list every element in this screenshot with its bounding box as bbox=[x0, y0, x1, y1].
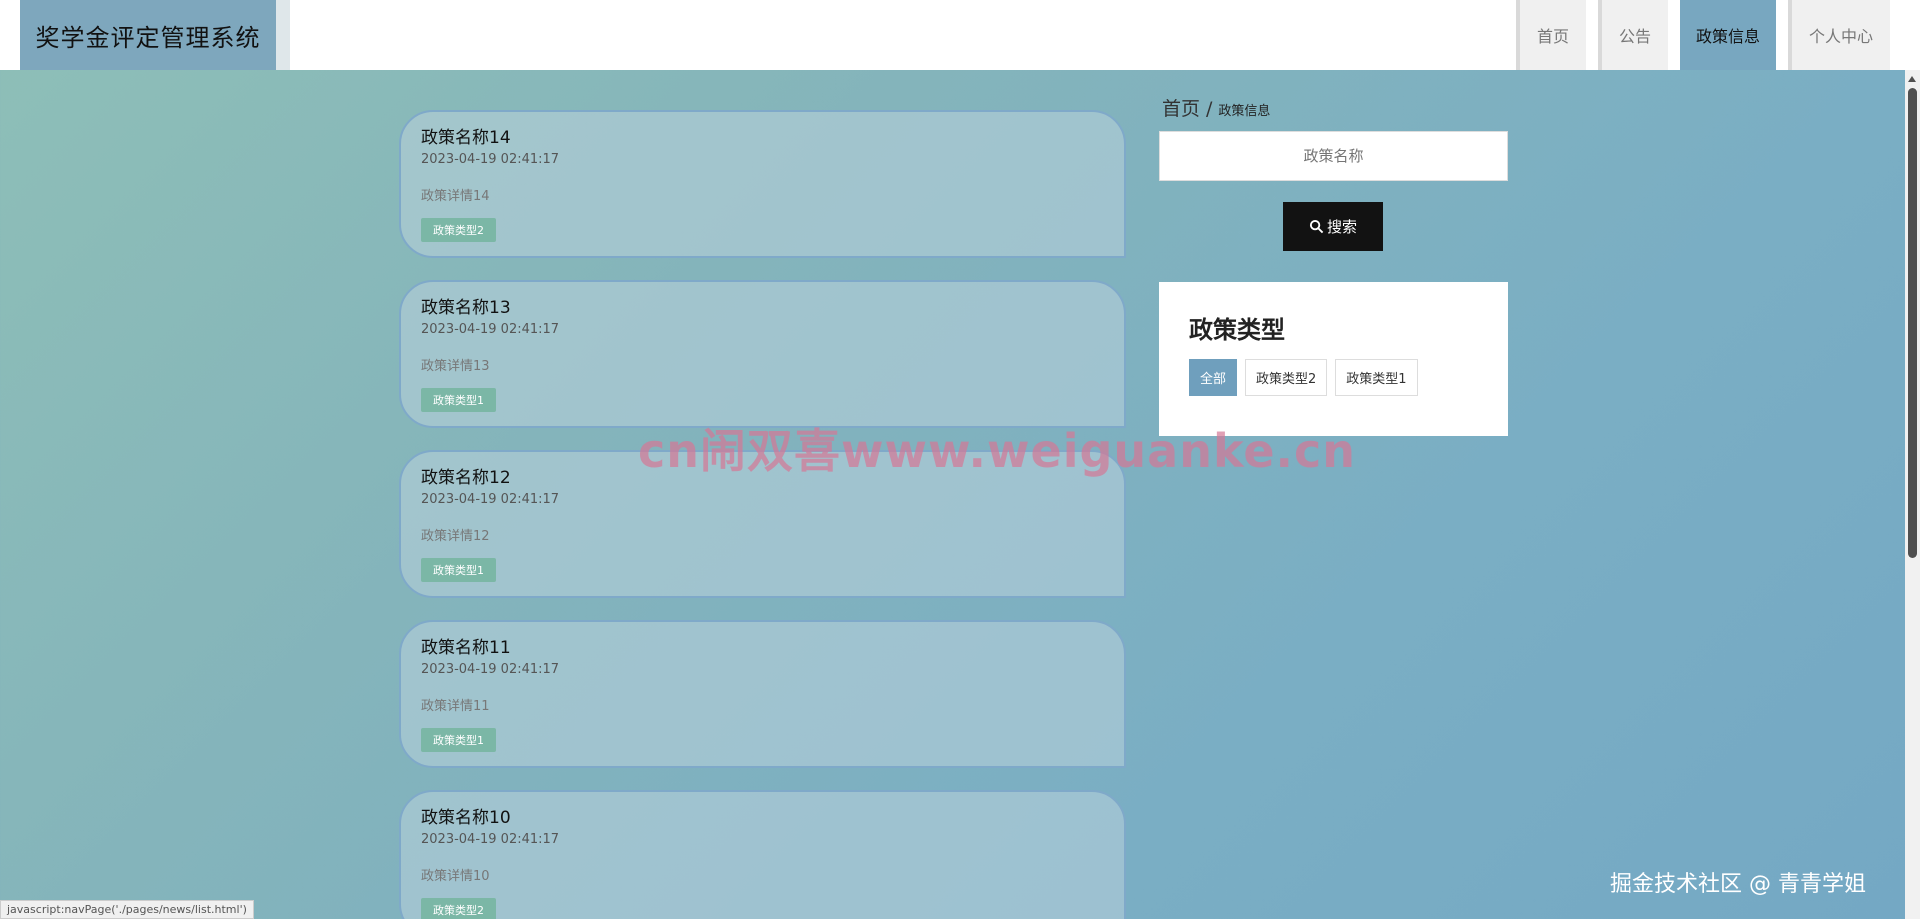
item-time: 2023-04-19 02:41:17 bbox=[421, 662, 560, 677]
item-title: 政策名称11 bbox=[421, 638, 511, 658]
item-time: 2023-04-19 02:41:17 bbox=[421, 832, 560, 847]
list-item[interactable]: 政策名称13 2023-04-19 02:41:17 政策详情13 政策类型1 bbox=[399, 280, 1126, 428]
item-type-tag: 政策类型1 bbox=[421, 558, 496, 582]
item-title: 政策名称13 bbox=[421, 298, 511, 318]
item-detail: 政策详情13 bbox=[421, 359, 490, 374]
nav-item-policy[interactable]: 政策信息 bbox=[1679, 0, 1776, 70]
nav-item-profile[interactable]: 个人中心 bbox=[1787, 0, 1890, 70]
item-time: 2023-04-19 02:41:17 bbox=[421, 322, 560, 337]
list-item[interactable]: 政策名称10 2023-04-19 02:41:17 政策详情10 政策类型2 bbox=[399, 790, 1126, 919]
search-input[interactable] bbox=[1159, 131, 1508, 181]
browser-status-bar: javascript:navPage('./pages/news/list.ht… bbox=[0, 900, 254, 919]
breadcrumb-current: 政策信息 bbox=[1218, 104, 1271, 119]
nav-item-notice[interactable]: 公告 bbox=[1597, 0, 1668, 70]
brand-divider bbox=[276, 0, 290, 70]
item-title: 政策名称10 bbox=[421, 808, 511, 828]
type-filter-title: 政策类型 bbox=[1189, 316, 1285, 344]
search-button-label: 搜索 bbox=[1326, 218, 1357, 236]
community-watermark: 掘金技术社区 @ 青青学姐 bbox=[1610, 872, 1866, 897]
page-scrollbar[interactable] bbox=[1905, 70, 1920, 919]
breadcrumb-home[interactable]: 首页 bbox=[1162, 94, 1200, 121]
type-option-all[interactable]: 全部 bbox=[1189, 359, 1238, 396]
scroll-up-arrow-icon[interactable] bbox=[1908, 76, 1916, 82]
policy-list: 政策名称14 2023-04-19 02:41:17 政策详情14 政策类型2 … bbox=[399, 110, 1126, 919]
breadcrumb: 首页 / 政策信息 bbox=[1162, 94, 1270, 121]
item-time: 2023-04-19 02:41:17 bbox=[421, 152, 560, 167]
list-item[interactable]: 政策名称11 2023-04-19 02:41:17 政策详情11 政策类型1 bbox=[399, 620, 1126, 768]
watermark: cn闹双喜www.weiguanke.cn bbox=[638, 424, 1357, 478]
top-navbar: 奖学金评定管理系统 首页 公告 政策信息 个人中心 bbox=[0, 0, 1920, 70]
type-filter-options: 全部 政策类型2 政策类型1 bbox=[1189, 359, 1478, 396]
search-button[interactable]: 搜索 bbox=[1283, 202, 1383, 251]
item-detail: 政策详情11 bbox=[421, 699, 490, 714]
list-item[interactable]: 政策名称14 2023-04-19 02:41:17 政策详情14 政策类型2 bbox=[399, 110, 1126, 258]
item-detail: 政策详情14 bbox=[421, 189, 490, 204]
search-icon bbox=[1309, 219, 1324, 234]
item-time: 2023-04-19 02:41:17 bbox=[421, 492, 560, 507]
item-type-tag: 政策类型1 bbox=[421, 728, 496, 752]
brand-title: 奖学金评定管理系统 bbox=[20, 0, 276, 70]
item-title: 政策名称14 bbox=[421, 128, 511, 148]
type-option-1[interactable]: 政策类型1 bbox=[1335, 359, 1418, 396]
item-type-tag: 政策类型2 bbox=[421, 218, 496, 242]
type-filter-panel: 政策类型 全部 政策类型2 政策类型1 bbox=[1159, 282, 1508, 436]
item-type-tag: 政策类型1 bbox=[421, 388, 496, 412]
type-option-2[interactable]: 政策类型2 bbox=[1245, 359, 1328, 396]
breadcrumb-separator: / bbox=[1206, 98, 1213, 120]
nav-item-home[interactable]: 首页 bbox=[1515, 0, 1586, 70]
scroll-thumb[interactable] bbox=[1908, 88, 1917, 558]
item-detail: 政策详情10 bbox=[421, 869, 490, 884]
main-nav: 首页 公告 政策信息 个人中心 bbox=[1515, 0, 1890, 70]
item-detail: 政策详情12 bbox=[421, 529, 490, 544]
item-type-tag: 政策类型2 bbox=[421, 898, 496, 919]
